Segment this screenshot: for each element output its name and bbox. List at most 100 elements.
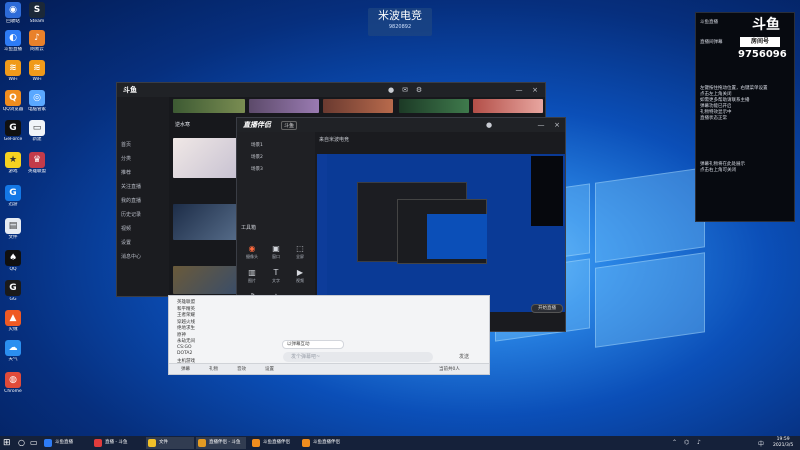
desktop-icon[interactable]: G 迅游 bbox=[2, 185, 24, 215]
desktop-icon[interactable]: ♛ 英雄联盟 bbox=[26, 152, 48, 182]
interaction-pill[interactable]: 以弹幕互动 bbox=[282, 340, 344, 349]
chat-toolbar-item[interactable]: 设置 bbox=[265, 366, 274, 372]
list-item[interactable]: 原神 bbox=[177, 332, 186, 338]
app-icon bbox=[198, 439, 206, 447]
nav-item[interactable]: 首页 bbox=[121, 141, 131, 148]
game-thumb-2[interactable] bbox=[173, 266, 237, 294]
room-number: 9756096 bbox=[738, 49, 787, 60]
desktop-icon[interactable]: ◐ 斗鱼直播 bbox=[2, 30, 24, 60]
close-icon[interactable]: × bbox=[553, 121, 561, 129]
companion-titlebar[interactable]: 直播伴侣 斗鱼 ● — × bbox=[237, 118, 565, 132]
tool-button[interactable]: T 文字 bbox=[265, 268, 287, 284]
clock[interactable]: 19:59 2021/3/5 bbox=[773, 437, 793, 449]
close-icon[interactable]: × bbox=[531, 86, 539, 94]
chat-toolbar-item[interactable]: 弹幕 bbox=[181, 366, 190, 372]
nav-item[interactable]: 我的直播 bbox=[121, 197, 141, 204]
desktop-icon[interactable]: ▭ 新建 bbox=[26, 120, 48, 150]
input-method-icon[interactable]: 中 bbox=[758, 439, 764, 448]
start-icon[interactable]: ⊞ bbox=[3, 438, 13, 448]
nav-item[interactable]: 关注直播 bbox=[121, 183, 141, 190]
tool-button[interactable]: ◉ 摄像头 bbox=[241, 244, 263, 260]
stream-thumb-4[interactable] bbox=[399, 99, 469, 113]
desktop-icon[interactable]: ★ 游戏 bbox=[2, 152, 24, 182]
desktop-icon[interactable]: ♪ 网易云 bbox=[26, 30, 48, 60]
danmaku-overlay-panel[interactable]: 斗鱼 房间号 9756096 斗鱼直播 直播间弹幕 左键按住拖动位置，右键菜单设置点… bbox=[695, 12, 795, 222]
desktop-icon[interactable]: S Steam bbox=[26, 2, 48, 32]
danmaku-input[interactable]: 发个弹幕吧~ bbox=[283, 352, 433, 362]
avatar-icon[interactable]: ● bbox=[387, 86, 395, 94]
taskbar-app[interactable]: 斗鱼直播伴侣 bbox=[300, 437, 348, 449]
nav-item[interactable]: 推荐 bbox=[121, 169, 131, 176]
list-item[interactable]: 绝地求生 bbox=[177, 325, 195, 331]
stream-thumb-3[interactable] bbox=[323, 99, 393, 113]
streamer-card[interactable] bbox=[173, 138, 237, 178]
message-icon[interactable]: ✉ bbox=[401, 86, 409, 94]
desktop-icon[interactable]: ◉ 回收站 bbox=[2, 2, 24, 32]
desktop-icon[interactable]: ◎ 电脑管家 bbox=[26, 90, 48, 120]
tool-icon: ◉ bbox=[248, 244, 256, 253]
app-icon: G bbox=[5, 280, 21, 296]
desktop-icon[interactable]: ☁ 天气 bbox=[2, 340, 24, 370]
nav-item[interactable]: 分类 bbox=[121, 155, 131, 162]
game-thumb-1[interactable] bbox=[173, 204, 237, 240]
tool-button[interactable]: ▣ 窗口 bbox=[265, 244, 287, 260]
nav-item[interactable]: 历史记录 bbox=[121, 211, 141, 218]
desktop-icon[interactable]: ▤ 文件 bbox=[2, 218, 24, 248]
list-item[interactable]: 和平精英 bbox=[177, 306, 195, 312]
search-icon[interactable]: ○ bbox=[18, 438, 25, 447]
app-icon: G bbox=[5, 185, 21, 201]
tool-button[interactable]: ⬚ 全屏 bbox=[289, 244, 311, 260]
stream-thumb-5[interactable] bbox=[473, 99, 543, 113]
send-button[interactable]: 发送 bbox=[459, 353, 469, 360]
desktop-icon[interactable]: ≋ WiFi bbox=[2, 60, 24, 90]
desktop-icon[interactable]: G GeForce bbox=[2, 120, 24, 150]
streamer-caption: 逆水寒 bbox=[175, 122, 191, 128]
chat-toolbar-item[interactable]: 音效 bbox=[237, 366, 246, 372]
desktop-icon[interactable]: ♠ QQ bbox=[2, 250, 24, 280]
taskbar-app[interactable]: 文件 bbox=[146, 437, 194, 449]
list-item[interactable]: 永劫无间 bbox=[177, 338, 195, 344]
taskbar-app[interactable]: 直播伴侣 - 斗鱼 bbox=[196, 437, 246, 449]
scene-item[interactable]: 场景1 bbox=[251, 142, 263, 148]
stream-thumb-2[interactable] bbox=[249, 99, 319, 113]
taskbar-app[interactable]: 直播 - 斗鱼 bbox=[92, 437, 140, 449]
stream-thumb-1[interactable] bbox=[173, 99, 245, 113]
chevron-up-icon[interactable]: ⌃ bbox=[672, 439, 677, 446]
task-view-icon[interactable]: ▭ bbox=[30, 438, 38, 447]
desktop-icon-label: 火绒 bbox=[8, 327, 18, 332]
minimize-icon[interactable]: — bbox=[537, 121, 545, 129]
platform-tag[interactable]: 斗鱼 bbox=[281, 121, 298, 130]
nav-item[interactable]: 消息中心 bbox=[121, 253, 141, 260]
chat-window[interactable]: 英雄联盟 和平精英 王者荣耀 穿越火线 绝地求生 原神 永劫无间 CS:GO DOTA2 主机游戏… bbox=[168, 295, 490, 375]
nav-item[interactable]: 视频 bbox=[121, 225, 131, 232]
minimize-icon[interactable]: — bbox=[515, 86, 523, 94]
desktop-icon[interactable]: G GG bbox=[2, 280, 24, 310]
desktop-icon[interactable]: Q QQ浏览器 bbox=[2, 90, 24, 120]
taskbar-app[interactable]: 斗鱼直播伴侣 bbox=[250, 437, 298, 449]
list-item[interactable]: 王者荣耀 bbox=[177, 312, 195, 318]
avatar-icon[interactable]: ● bbox=[485, 121, 493, 129]
list-item[interactable]: CS:GO bbox=[177, 345, 192, 350]
tool-button[interactable]: ▶ 视频 bbox=[289, 268, 311, 284]
desktop-icon-label: Steam bbox=[29, 19, 45, 24]
tool-button[interactable]: ▥ 图片 bbox=[241, 268, 263, 284]
list-item[interactable]: 英雄联盟 bbox=[177, 299, 195, 305]
network-icon[interactable]: ⌬ bbox=[684, 439, 689, 446]
desktop-icon[interactable]: ≋ WiFi bbox=[26, 60, 48, 90]
taskbar-app[interactable]: 斗鱼直播 bbox=[42, 437, 92, 449]
scene-item[interactable]: 场景3 bbox=[251, 166, 263, 172]
list-item[interactable]: 穿越火线 bbox=[177, 319, 195, 325]
app-icon: S bbox=[29, 2, 45, 18]
settings-icon[interactable]: ⚙ bbox=[415, 86, 423, 94]
tool-label: 窗口 bbox=[272, 254, 280, 259]
desktop-icon[interactable]: ◍ Chrome bbox=[2, 372, 24, 402]
desktop-icon[interactable]: ▲ 火绒 bbox=[2, 310, 24, 340]
nav-item[interactable]: 设置 bbox=[121, 239, 131, 246]
desktop-icon-label: 文件 bbox=[8, 235, 18, 240]
list-item[interactable]: DOTA2 bbox=[177, 351, 192, 356]
start-live-button[interactable]: 开始直播 bbox=[531, 304, 563, 313]
chat-toolbar-item[interactable]: 礼物 bbox=[209, 366, 218, 372]
volume-icon[interactable]: ♪ bbox=[697, 439, 701, 446]
douyu-titlebar[interactable]: 斗鱼 ● ✉ ⚙ — × bbox=[117, 83, 545, 97]
scene-item[interactable]: 场景2 bbox=[251, 154, 263, 160]
